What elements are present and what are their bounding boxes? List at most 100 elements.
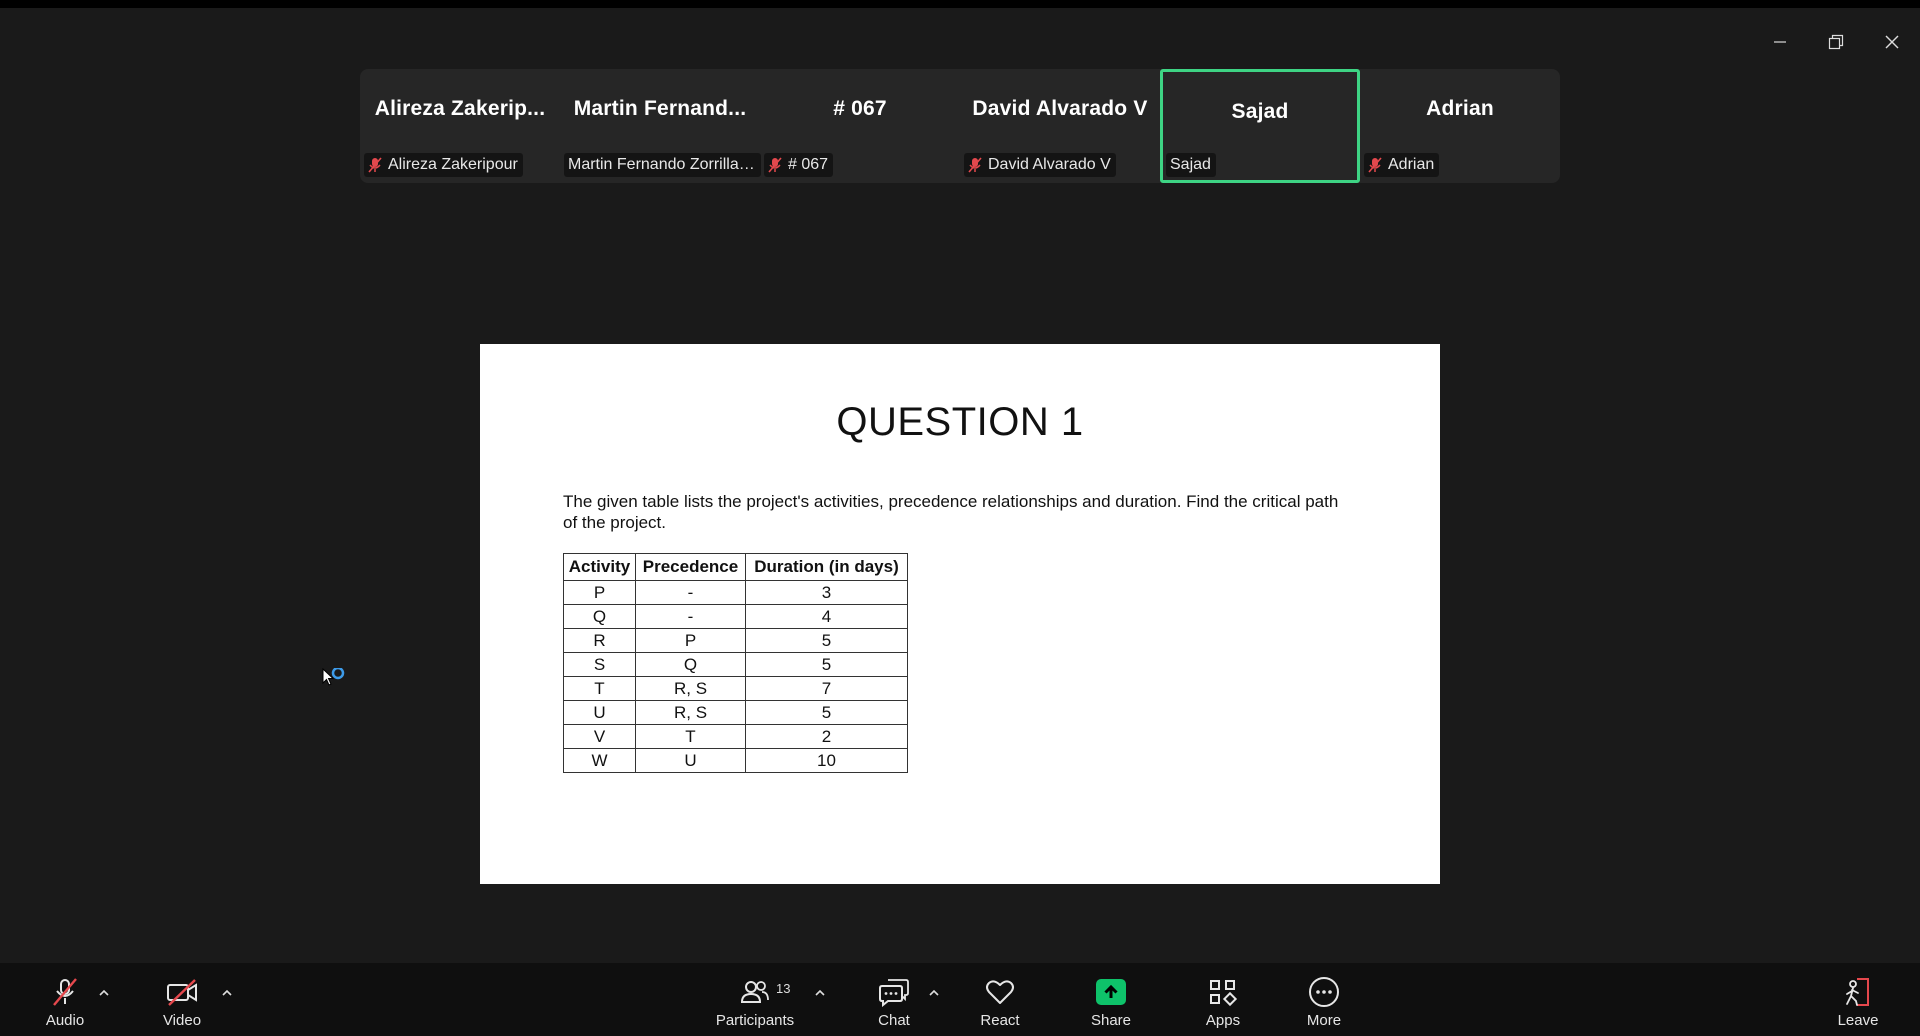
participant-tile[interactable]: Alireza Zakerip... Alireza Zakeripour (360, 69, 560, 183)
table-row: Q-4 (563, 604, 908, 629)
muted-mic-icon (768, 157, 782, 173)
participant-display-name: Sajad (1231, 100, 1289, 123)
participant-display-name: Adrian (1426, 97, 1494, 120)
share-button[interactable]: Share (1088, 975, 1134, 1033)
participants-options-chevron-up-icon[interactable] (814, 985, 826, 1003)
more-label: More (1306, 1012, 1342, 1029)
participant-tile[interactable]: Adrian Adrian (1360, 69, 1560, 183)
table-cell: P (563, 580, 636, 605)
participant-label: Alireza Zakeripour (364, 153, 523, 177)
table-cell: S (563, 652, 636, 677)
table-row: P-3 (563, 580, 908, 605)
audio-button[interactable]: Audio (40, 975, 90, 1033)
table-cell: Q (635, 652, 746, 677)
table-row: SQ5 (563, 652, 908, 677)
more-icon (1308, 975, 1340, 1009)
participant-label-text: Alireza Zakeripour (388, 156, 518, 173)
table-cell: T (563, 676, 636, 701)
participant-label-text: Sajad (1170, 156, 1211, 173)
table-header: Duration (in days) (745, 553, 908, 581)
video-options-chevron-up-icon[interactable] (221, 985, 233, 1003)
table-cell: T (635, 724, 746, 749)
apps-button[interactable]: Apps (1202, 975, 1244, 1033)
table-cell: U (563, 700, 636, 725)
table-header: Precedence (635, 553, 746, 581)
muted-mic-icon (50, 975, 80, 1009)
audio-options-chevron-up-icon[interactable] (98, 985, 110, 1003)
participant-display-name: Martin Fernand... (573, 97, 747, 120)
table-row: RP5 (563, 628, 908, 653)
participant-tile[interactable]: David Alvarado V David Alvarado V (960, 69, 1160, 183)
share-icon-wrap (1096, 975, 1126, 1009)
table-header: Activity (563, 553, 636, 581)
slide-question-text: The given table lists the project's acti… (563, 492, 1339, 532)
table-cell: - (635, 580, 746, 605)
table-cell: P (635, 628, 746, 653)
table-cell: W (563, 748, 636, 773)
video-button[interactable]: Video (156, 975, 208, 1033)
participants-label: Participants (715, 1012, 795, 1029)
table-cell: V (563, 724, 636, 749)
table-row: VT2 (563, 724, 908, 749)
close-icon[interactable] (1864, 22, 1920, 62)
meeting-toolbar: Audio Video Participants 13 Chat React S… (0, 963, 1920, 1036)
table-cell: 5 (745, 652, 908, 677)
participant-label-text: Martin Fernando Zorrilla ... (568, 156, 756, 173)
participant-tile[interactable]: Martin Fernand... Martin Fernando Zorril… (560, 69, 761, 183)
participant-display-name: Alireza Zakerip... (374, 97, 546, 120)
chat-label: Chat (878, 1012, 910, 1029)
share-icon (1096, 979, 1126, 1005)
busy-cursor-icon (322, 666, 346, 697)
react-button[interactable]: React (978, 975, 1022, 1033)
participants-count: 13 (776, 981, 791, 996)
react-label: React (980, 1012, 1020, 1029)
participant-label-text: # 067 (788, 156, 829, 173)
participant-tile-active-speaker[interactable]: Sajad Sajad (1160, 69, 1360, 183)
table-cell: R (563, 628, 636, 653)
participant-label: Adrian (1364, 153, 1440, 177)
table-cell: 10 (745, 748, 908, 773)
shared-slide: QUESTION 1 The given table lists the pro… (480, 344, 1440, 884)
table-row: W U 10 (563, 748, 908, 773)
more-button[interactable]: More (1304, 975, 1344, 1033)
table-cell: R, S (635, 700, 746, 725)
table-row: U R, S5 (563, 700, 908, 725)
table-cell: 2 (745, 724, 908, 749)
leave-button[interactable]: Leave (1836, 975, 1880, 1033)
muted-mic-icon (1368, 157, 1382, 173)
video-off-icon (165, 975, 199, 1009)
activity-table: Activity Precedence Duration (in days) P… (563, 553, 908, 773)
table-cell: 3 (745, 580, 908, 605)
video-label: Video (162, 1012, 202, 1029)
table-cell: Q (563, 604, 636, 629)
table-cell: 5 (745, 700, 908, 725)
window-controls (1752, 22, 1920, 62)
table-cell: 5 (745, 628, 908, 653)
participant-label: David Alvarado V (964, 153, 1116, 177)
heart-icon (984, 975, 1016, 1009)
participant-tile[interactable]: # 067 # 067 (760, 69, 960, 183)
leave-icon (1842, 975, 1874, 1009)
participants-icon (740, 975, 770, 1009)
table-cell: - (635, 604, 746, 629)
participant-strip: Alireza Zakerip... Alireza Zakeripour Ma… (360, 69, 1560, 183)
participant-label-text: David Alvarado V (988, 156, 1111, 173)
apps-icon (1208, 975, 1238, 1009)
chat-options-chevron-up-icon[interactable] (928, 985, 940, 1003)
table-cell: U (635, 748, 746, 773)
table-cell: 7 (745, 676, 908, 701)
restore-icon[interactable] (1808, 22, 1864, 62)
audio-label: Audio (45, 1012, 85, 1029)
slide-title: QUESTION 1 (836, 400, 1084, 444)
chat-icon (878, 975, 910, 1009)
table-cell: 4 (745, 604, 908, 629)
participant-display-name: David Alvarado V (972, 97, 1148, 120)
participant-label: # 067 (764, 153, 834, 177)
muted-mic-icon (968, 157, 982, 173)
minimize-icon[interactable] (1752, 22, 1808, 62)
participant-label: Sajad (1166, 153, 1216, 177)
share-label: Share (1090, 1012, 1132, 1029)
participant-label-text: Adrian (1388, 156, 1435, 173)
muted-mic-icon (368, 157, 382, 173)
chat-button[interactable]: Chat (874, 975, 914, 1033)
